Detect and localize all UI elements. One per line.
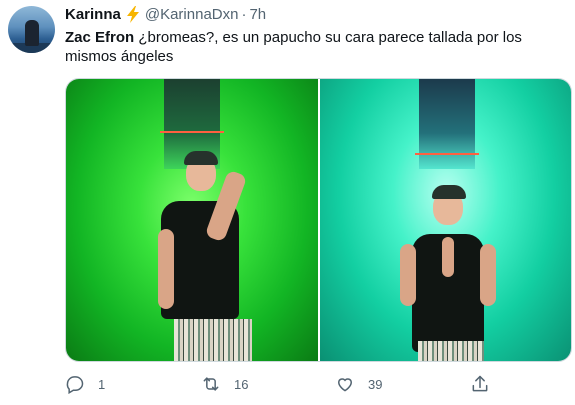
separator-dot: · [241, 5, 247, 23]
person-cap [184, 151, 218, 165]
avatar[interactable] [8, 6, 55, 53]
praying-hands [442, 237, 454, 277]
tweet-text-bold: Zac Efron [65, 29, 135, 46]
photo-right[interactable] [320, 79, 571, 361]
tweet-actions: 1 16 39 [65, 372, 565, 396]
person-arm [480, 244, 496, 306]
author-handle[interactable]: @KarinnaDxn [145, 6, 239, 23]
person-arm [400, 244, 416, 306]
tweet[interactable]: Karinna @KarinnaDxn · 7h Zac Efron ¿brom… [0, 0, 575, 405]
retweet-icon [201, 374, 221, 394]
corridor [418, 79, 475, 169]
like-button[interactable]: 39 [335, 372, 382, 396]
tweet-media[interactable] [65, 78, 572, 362]
like-count: 39 [368, 376, 383, 392]
reply-button[interactable]: 1 [65, 372, 105, 396]
avatar-figure [25, 20, 39, 46]
retweet-button[interactable]: 16 [201, 372, 248, 396]
tweet-text: Zac Efron ¿bromeas?, es un papucho su ca… [65, 28, 565, 66]
neon-frame [160, 131, 224, 133]
tweet-header: Karinna @KarinnaDxn · 7h [65, 4, 266, 24]
reply-count: 1 [98, 376, 106, 392]
person-cap [432, 185, 466, 199]
retweet-count: 16 [234, 376, 249, 392]
reply-icon [65, 374, 85, 394]
share-icon [470, 374, 490, 394]
photo-left[interactable] [66, 79, 318, 361]
person-arm [158, 229, 174, 309]
tweet-time[interactable]: 7h [249, 6, 266, 23]
person-plaid [418, 341, 484, 361]
lightning-icon [125, 5, 141, 23]
person-plaid [174, 319, 252, 361]
neon-frame [414, 153, 479, 155]
heart-icon [335, 374, 355, 394]
author-name[interactable]: Karinna [65, 6, 121, 23]
tweet-text-rest: ¿bromeas?, es un papucho su cara parece … [65, 29, 522, 65]
share-button[interactable] [470, 372, 490, 396]
